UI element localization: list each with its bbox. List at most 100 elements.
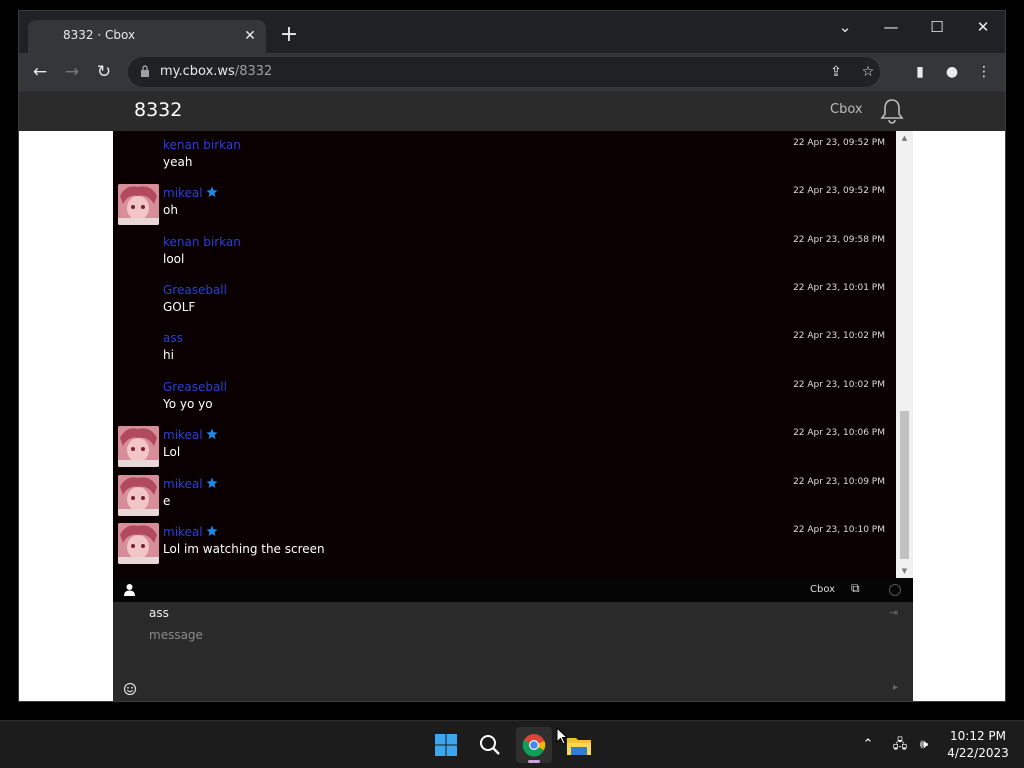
message-username[interactable]: mikeal (163, 525, 218, 539)
page-title: 8332 (134, 99, 183, 121)
url-path: /8332 (234, 64, 273, 79)
message-text: e (163, 494, 171, 508)
cbox-brand-link[interactable]: Cbox (830, 102, 863, 117)
message-row: Greaseball Yo yo yo 22 Apr 23, 10:02 PM (113, 373, 896, 421)
address-bar[interactable]: my.cbox.ws/8332 ⇪ ☆ (128, 57, 880, 87)
username-text: ass (163, 331, 183, 345)
message-timestamp: 22 Apr 23, 10:01 PM (793, 283, 885, 293)
search-button[interactable] (472, 727, 508, 763)
volume-icon[interactable]: 🕪 (914, 735, 934, 755)
desktop: 8332 · Cbox ✕ + ⌄ — ☐ ✕ ← → ↻ my.cbox.ws… (0, 0, 1024, 768)
avatar[interactable] (118, 426, 159, 467)
external-link-icon[interactable]: ⧉ (851, 581, 865, 595)
side-panel-icon[interactable]: ▮ (909, 61, 931, 83)
bookmark-star-icon[interactable]: ☆ (858, 62, 878, 82)
message-text: lool (163, 252, 185, 266)
browser-toolbar: ← → ↻ my.cbox.ws/8332 ⇪ ☆ ▮ ● ⋮ (19, 53, 1005, 91)
scroll-up-arrow-icon[interactable]: ▲ (896, 131, 913, 145)
share-icon[interactable]: ⇪ (826, 62, 846, 82)
message-text: hi (163, 348, 174, 362)
message-row: mikeal e 22 Apr 23, 10:09 PM (113, 470, 896, 518)
message-row: mikeal Lol 22 Apr 23, 10:06 PM (113, 421, 896, 469)
minimize-icon[interactable]: — (871, 15, 911, 39)
message-composer: ass ⇥ message ▸ (113, 602, 913, 701)
message-username[interactable]: kenan birkan (163, 138, 241, 152)
profile-icon[interactable]: ● (941, 61, 963, 83)
scrollbar-thumb[interactable] (900, 411, 909, 559)
message-timestamp: 22 Apr 23, 10:09 PM (793, 477, 885, 487)
star-icon (206, 477, 218, 488)
close-tab-icon[interactable]: ✕ (240, 26, 260, 46)
message-timestamp: 22 Apr 23, 10:06 PM (793, 428, 885, 438)
sign-in-icon[interactable]: ⇥ (889, 606, 903, 620)
message-username[interactable]: mikeal (163, 186, 218, 200)
menu-icon[interactable]: ⋮ (973, 61, 995, 83)
connection-status-icon (889, 584, 901, 596)
star-icon (206, 186, 218, 197)
send-arrow-icon[interactable]: ▸ (893, 682, 903, 694)
message-input[interactable]: message (149, 628, 849, 642)
chat-box: kenan birkan yeah 22 Apr 23, 09:52 PM mi… (113, 131, 913, 701)
message-timestamp: 22 Apr 23, 10:02 PM (793, 331, 885, 341)
bell-icon[interactable] (879, 97, 905, 125)
message-text: Lol (163, 445, 181, 459)
browser-tab[interactable]: 8332 · Cbox ✕ (28, 20, 266, 53)
cbox-footer-link[interactable]: Cbox (810, 584, 835, 595)
message-text: Lol im watching the screen (163, 542, 325, 556)
message-row: mikeal oh 22 Apr 23, 09:52 PM (113, 179, 896, 227)
lock-icon (141, 65, 149, 77)
browser-window: 8332 · Cbox ✕ + ⌄ — ☐ ✕ ← → ↻ my.cbox.ws… (18, 10, 1006, 702)
username-text: mikeal (163, 525, 203, 539)
name-field[interactable]: ass (149, 606, 849, 620)
message-row: ass hi 22 Apr 23, 10:02 PM (113, 324, 896, 372)
message-username[interactable]: mikeal (163, 477, 218, 491)
message-text: yeah (163, 155, 193, 169)
chevron-up-icon[interactable]: ⌃ (858, 735, 878, 755)
maximize-icon[interactable]: ☐ (917, 15, 957, 39)
message-timestamp: 22 Apr 23, 09:52 PM (793, 186, 885, 196)
avatar[interactable] (118, 475, 159, 516)
start-button[interactable] (428, 727, 464, 763)
reload-icon[interactable]: ↻ (91, 59, 117, 85)
url-text: my.cbox.ws/8332 (160, 64, 272, 79)
message-username[interactable]: kenan birkan (163, 235, 241, 249)
username-text: Greaseball (163, 283, 227, 297)
url-domain: my.cbox.ws (160, 64, 235, 79)
page-viewport: 8332 Cbox kenan birkan yeah 22 Apr 23, 0… (19, 91, 1005, 701)
avatar[interactable] (118, 523, 159, 564)
message-list[interactable]: kenan birkan yeah 22 Apr 23, 09:52 PM mi… (113, 131, 896, 578)
close-window-icon[interactable]: ✕ (963, 15, 1003, 39)
message-username[interactable]: ass (163, 331, 183, 345)
message-username[interactable]: mikeal (163, 428, 218, 442)
message-scrollbar[interactable]: ▲ ▼ (896, 131, 913, 578)
message-row: kenan birkan yeah 22 Apr 23, 09:52 PM (113, 131, 896, 179)
smiley-icon[interactable] (123, 682, 137, 696)
chrome-taskbar-app[interactable] (516, 727, 552, 763)
username-text: kenan birkan (163, 235, 241, 249)
forward-icon[interactable]: → (59, 59, 85, 85)
message-timestamp: 22 Apr 23, 09:58 PM (793, 235, 885, 245)
new-tab-icon[interactable]: + (277, 23, 301, 47)
message-username[interactable]: Greaseball (163, 380, 227, 394)
user-icon[interactable] (123, 583, 136, 597)
message-timestamp: 22 Apr 23, 10:02 PM (793, 380, 885, 390)
tab-search-icon[interactable]: ⌄ (825, 15, 865, 39)
windows-logo-icon (435, 734, 457, 756)
scroll-down-arrow-icon[interactable]: ▼ (896, 564, 913, 578)
avatar[interactable] (118, 184, 159, 225)
tab-title: 8332 · Cbox (63, 28, 136, 42)
message-text: oh (163, 203, 178, 217)
username-text: mikeal (163, 186, 203, 200)
message-username[interactable]: Greaseball (163, 283, 227, 297)
username-text: Greaseball (163, 380, 227, 394)
back-icon[interactable]: ← (27, 59, 53, 85)
message-row: kenan birkan lool 22 Apr 23, 09:58 PM (113, 228, 896, 276)
username-text: kenan birkan (163, 138, 241, 152)
chat-status-bar: Cbox ⧉ (113, 578, 913, 602)
chrome-icon (522, 734, 546, 763)
search-icon (480, 735, 500, 755)
star-icon (206, 428, 218, 439)
taskbar-date[interactable]: 4/22/2023 (940, 746, 1016, 760)
taskbar-time[interactable]: 10:12 PM (940, 729, 1016, 743)
network-icon[interactable]: 🖧 (890, 735, 910, 755)
